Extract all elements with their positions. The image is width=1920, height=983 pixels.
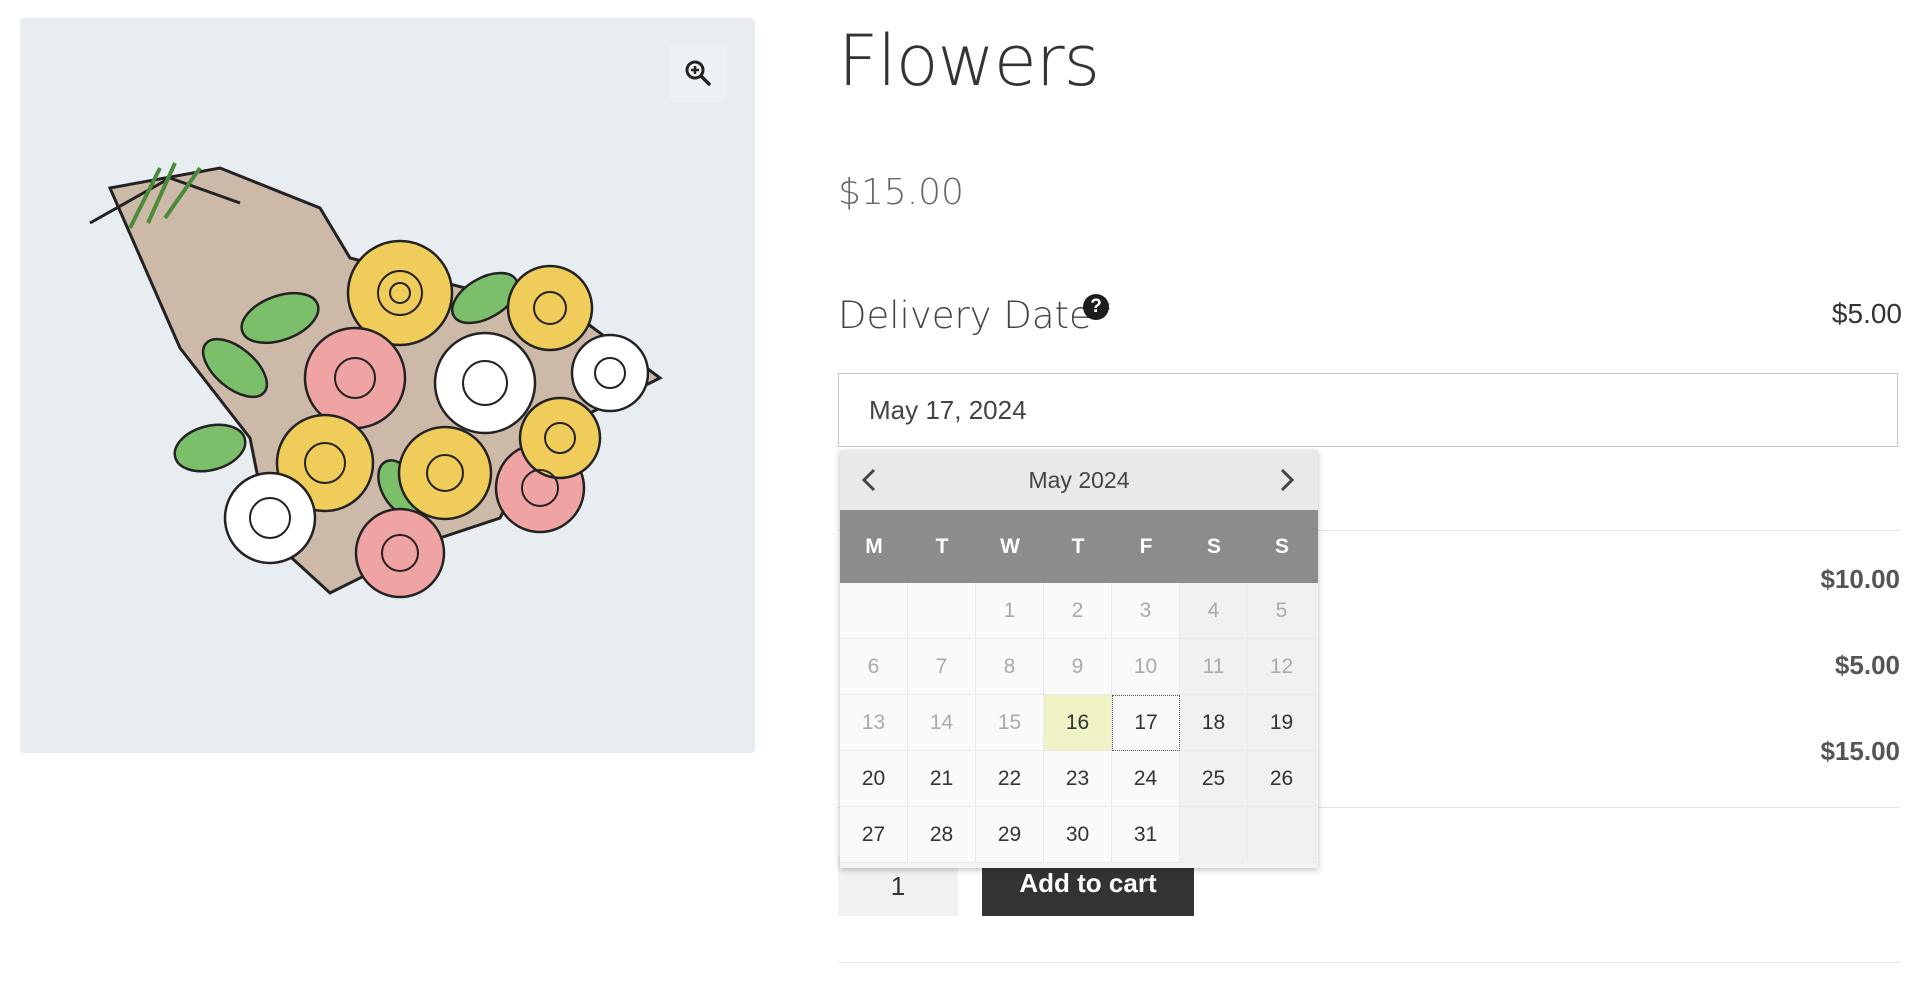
summary-value-product: $10.00	[1820, 564, 1900, 594]
product-price: $15.00	[838, 172, 964, 213]
calendar-empty-cell	[840, 583, 908, 639]
datepicker-weekdays: M T W T F S S	[840, 510, 1318, 583]
calendar-day: 15	[976, 695, 1044, 751]
calendar-day: 9	[1044, 639, 1112, 695]
calendar-day: 4	[1180, 583, 1248, 639]
help-icon[interactable]: ?	[1083, 294, 1109, 320]
calendar-empty-cell	[1248, 807, 1316, 863]
calendar-day: 8	[976, 639, 1044, 695]
calendar-day: 10	[1112, 639, 1180, 695]
calendar-day[interactable]: 30	[1044, 807, 1112, 863]
datepicker-grid: 1 2 3 4 5 6 7 8 9 10 11 12 13 14 15 16 17 18 19 20 21 22 23 24 2…	[840, 583, 1318, 863]
weekday-label: T	[1071, 535, 1085, 558]
datepicker-header: May 2024	[840, 450, 1318, 510]
bottom-divider	[838, 962, 1900, 963]
calendar-day[interactable]: 18	[1180, 695, 1248, 751]
delivery-date-label: Delivery Date*	[838, 294, 1111, 337]
calendar-day: 14	[908, 695, 976, 751]
weekday-label: T	[935, 535, 949, 558]
calendar-day[interactable]: 21	[908, 751, 976, 807]
weekday-label: F	[1139, 535, 1153, 558]
calendar-day: 3	[1112, 583, 1180, 639]
zoom-button[interactable]	[669, 44, 727, 102]
delivery-date-label-text: Delivery Date	[838, 294, 1092, 337]
calendar-day[interactable]: 16	[1044, 695, 1112, 751]
calendar-empty-cell	[908, 583, 976, 639]
weekday-label: S	[1206, 535, 1221, 558]
delivery-date-price: $5.00	[1831, 298, 1902, 329]
calendar-day: 1	[976, 583, 1044, 639]
calendar-day: 7	[908, 639, 976, 695]
calendar-day[interactable]: 19	[1248, 695, 1316, 751]
calendar-day[interactable]: 31	[1112, 807, 1180, 863]
calendar-day[interactable]: 29	[976, 807, 1044, 863]
calendar-day: 12	[1248, 639, 1316, 695]
calendar-day[interactable]: 26	[1248, 751, 1316, 807]
chevron-right-icon	[1280, 468, 1295, 492]
weekday-label: S	[1274, 535, 1289, 558]
product-title: Flowers	[838, 20, 1100, 102]
calendar-day[interactable]: 28	[908, 807, 976, 863]
calendar-day[interactable]: 22	[976, 751, 1044, 807]
calendar-day: 13	[840, 695, 908, 751]
calendar-day[interactable]: 23	[1044, 751, 1112, 807]
bouquet-illustration	[89, 162, 663, 599]
calendar-day[interactable]: 17	[1112, 695, 1180, 751]
summary-value-total: $15.00	[1820, 736, 1900, 766]
calendar-empty-cell	[1180, 807, 1248, 863]
product-image[interactable]	[20, 18, 755, 753]
delivery-date-input[interactable]: May 17, 2024	[838, 373, 1898, 447]
weekday-label: M	[865, 535, 883, 558]
summary-value-options: $5.00	[1834, 650, 1900, 680]
calendar-day: 11	[1180, 639, 1248, 695]
next-month-button[interactable]	[1270, 463, 1304, 497]
zoom-in-icon	[685, 60, 711, 86]
calendar-day: 6	[840, 639, 908, 695]
datepicker: May 2024 M T W T F S S 1 2 3 4 5 6 7 8 9 10 11 12 13…	[840, 450, 1318, 868]
calendar-day: 5	[1248, 583, 1316, 639]
calendar-day[interactable]: 25	[1180, 751, 1248, 807]
calendar-day[interactable]: 27	[840, 807, 908, 863]
calendar-day[interactable]: 20	[840, 751, 908, 807]
weekday-label: W	[1000, 535, 1020, 558]
calendar-day[interactable]: 24	[1112, 751, 1180, 807]
datepicker-month-label: May 2024	[1028, 467, 1130, 493]
calendar-day: 2	[1044, 583, 1112, 639]
